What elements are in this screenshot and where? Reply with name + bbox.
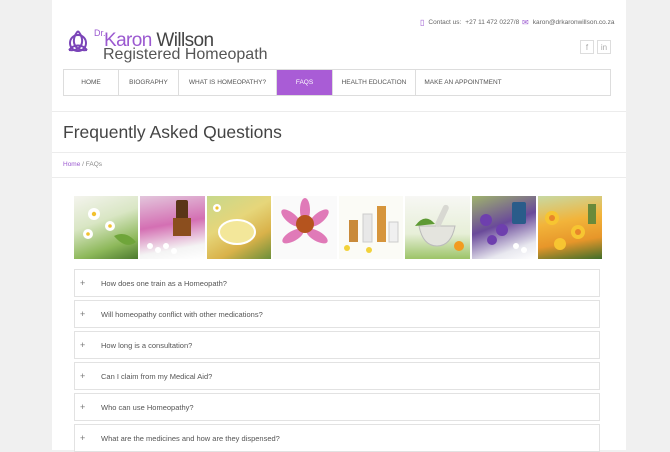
banner-photo-mortar-pestle [405,196,470,259]
contact-phone-label: Contact us: [428,19,462,26]
nav-biography[interactable]: Biography [119,70,179,95]
expand-plus-icon[interactable]: + [80,433,98,443]
title-divider [52,152,626,153]
faq-question: Who can use Homeopathy? [101,402,194,412]
breadcrumb: Home / FAQs [63,161,102,168]
expand-plus-icon[interactable]: + [80,340,98,350]
faq-item[interactable]: + Can I claim from my Medical Aid? [74,362,600,390]
expand-plus-icon[interactable]: + [80,278,98,288]
expand-plus-icon[interactable]: + [80,402,98,412]
breadcrumb-home[interactable]: Home [63,161,80,168]
nav-faqs[interactable]: FAQs [277,70,333,95]
faq-item[interactable]: + How does one train as a Homeopath? [74,269,600,297]
faq-question: How long is a consultation? [101,340,193,350]
breadcrumb-divider [52,177,626,178]
header-divider [52,111,626,112]
envelope-icon: ✉ [522,18,529,27]
phone-icon: ▯ [420,18,425,27]
faq-question: How does one train as a Homeopath? [101,278,227,288]
linkedin-icon[interactable]: in [597,40,611,54]
banner-photo-remedy-vials [339,196,404,259]
banner-photo-marigolds [537,196,602,259]
faq-question: What are the medicines and how are they … [101,433,280,443]
nav-health-education[interactable]: Health Education [333,70,416,95]
banner-photo-violets [471,196,536,259]
faq-question: Will homeopathy conflict with other medi… [101,309,263,319]
breadcrumb-current: FAQs [85,161,103,168]
remedy-photo-banner [74,196,602,259]
nav-what-is-homeopathy[interactable]: What is Homeopathy? [179,70,277,95]
contact-phone-number: +27 11 472 0227/8 [465,19,520,26]
page-title: Frequently Asked Questions [63,122,282,142]
banner-photo-chamomile-leaves [74,196,139,259]
contact-email[interactable]: ✉ karon@drkaronwillson.co.za [522,18,614,27]
expand-plus-icon[interactable]: + [80,309,98,319]
nav-make-appointment[interactable]: Make an Appointment [416,70,510,95]
page: Dr. Karon Willson Registered Homeopath ▯… [52,0,626,452]
faq-item[interactable]: + How long is a consultation? [74,331,600,359]
triquetra-icon [68,30,88,52]
expand-plus-icon[interactable]: + [80,371,98,381]
facebook-icon[interactable]: f [580,40,594,54]
faq-item[interactable]: + What are the medicines and how are the… [74,424,600,452]
banner-photo-pink-flower-bottle [140,196,205,259]
main-nav: Home Biography What is Homeopathy? FAQs … [63,69,611,96]
logo-subtitle: Registered Homeopath [103,46,268,63]
faq-item[interactable]: + Who can use Homeopathy? [74,393,600,421]
contact-phone[interactable]: ▯ Contact us: +27 11 472 0227/8 [420,18,519,27]
faq-question: Can I claim from my Medical Aid? [101,371,213,381]
social-links: f in [580,40,611,54]
contact-email-address: karon@drkaronwillson.co.za [532,19,615,26]
faq-item[interactable]: + Will homeopathy conflict with other me… [74,300,600,328]
banner-photo-herbal-tea [206,196,271,259]
banner-photo-echinacea [272,196,337,259]
nav-home[interactable]: Home [64,70,119,95]
